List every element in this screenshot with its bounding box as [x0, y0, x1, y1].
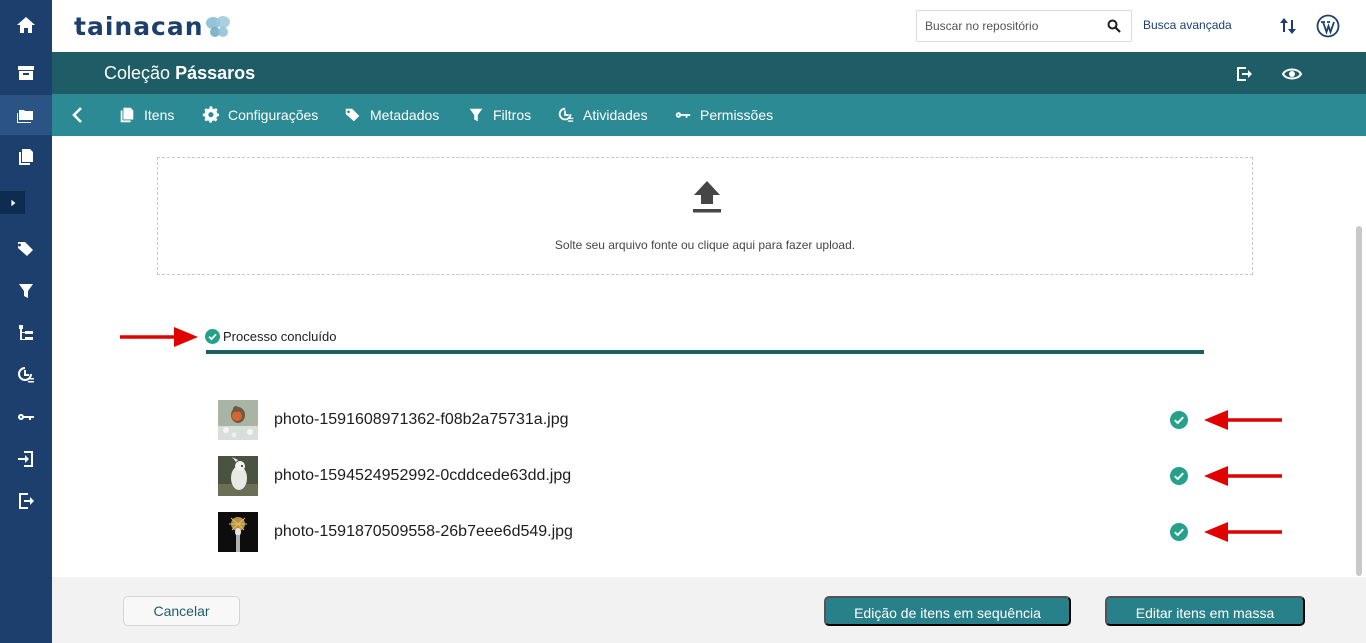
view-eye-icon[interactable] — [1282, 64, 1302, 84]
sidebar — [0, 0, 52, 643]
tab-label: Metadados — [370, 107, 440, 123]
export-icon[interactable] — [0, 481, 52, 521]
import-icon[interactable] — [0, 439, 52, 479]
activities-icon[interactable] — [0, 355, 52, 395]
tags-icon — [345, 108, 360, 122]
collection-name: Pássaros — [175, 63, 256, 83]
collection-title: Coleção Pássaros — [104, 63, 255, 84]
activities-icon — [558, 107, 574, 122]
filter-icon[interactable] — [0, 271, 52, 311]
file-row: photo-1591608971362-f08b2a75731a.jpg — [218, 400, 1282, 440]
home-icon[interactable] — [0, 5, 52, 45]
back-chevron-icon[interactable] — [70, 106, 86, 124]
annotation-arrow-icon — [1204, 522, 1282, 542]
exit-collection-icon[interactable] — [1234, 64, 1254, 84]
progress-bar — [206, 350, 1204, 354]
collection-prefix: Coleção — [104, 63, 171, 83]
file-name: photo-1591608971362-f08b2a75731a.jpg — [274, 411, 569, 428]
items-icon — [120, 107, 134, 123]
file-dropzone[interactable]: Solte seu arquivo fonte ou clique aqui p… — [157, 157, 1253, 275]
status-text: Processo concluído — [223, 329, 337, 344]
filter-icon — [469, 108, 483, 122]
annotation-arrow-icon — [1204, 410, 1282, 430]
sequence-edit-button[interactable]: Edição de itens em sequência — [824, 596, 1071, 626]
form-footer: Cancelar Edição de itens em sequência Ed… — [52, 577, 1366, 643]
collection-header: Coleção Pássaros — [52, 52, 1366, 94]
search-input[interactable] — [917, 11, 1097, 41]
upload-area: Solte seu arquivo fonte ou clique aqui p… — [52, 136, 1366, 577]
cancel-button[interactable]: Cancelar — [123, 596, 240, 626]
tab-metadata[interactable]: Metadados — [344, 94, 439, 136]
search-box — [916, 10, 1132, 42]
check-circle-icon — [205, 329, 220, 344]
tab-filters[interactable]: Filtros — [467, 94, 531, 136]
bulk-edit-button[interactable]: Editar itens em massa — [1105, 596, 1305, 626]
file-row: photo-1591870509558-26b7eee6d549.jpg — [218, 512, 1282, 552]
gear-icon — [202, 106, 220, 123]
tab-label: Permissões — [700, 107, 774, 123]
crowned-crane-thumbnail[interactable] — [218, 512, 258, 552]
top-bar: tainacan Busca avançada — [52, 0, 1366, 52]
collection-tabs: Itens Configurações Metadados Filtros At… — [52, 94, 1366, 136]
tab-label: Itens — [144, 107, 175, 123]
logo-text: tainacan — [74, 12, 204, 41]
check-circle-icon — [1170, 411, 1188, 429]
items-icon[interactable] — [0, 137, 52, 177]
file-name: photo-1591870509558-26b7eee6d549.jpg — [274, 523, 573, 540]
dropzone-text: Solte seu arquivo fonte ou clique aqui p… — [554, 238, 856, 252]
wordpress-icon[interactable] — [1316, 14, 1340, 38]
annotation-arrow-icon — [120, 327, 198, 347]
tab-items[interactable]: Itens — [118, 94, 174, 136]
tab-label: Configurações — [228, 107, 319, 123]
logo-butterfly-icon — [205, 15, 230, 37]
search-icon[interactable] — [1107, 19, 1121, 33]
upload-icon — [693, 181, 721, 213]
scrollbar[interactable] — [1356, 226, 1362, 576]
sidebar-toggle-icon[interactable] — [0, 191, 25, 214]
check-circle-icon — [1170, 523, 1188, 541]
key-icon — [675, 112, 691, 118]
process-status: Processo concluído — [205, 329, 336, 344]
robin-thumbnail[interactable] — [218, 400, 258, 440]
tags-icon[interactable] — [0, 229, 52, 269]
check-circle-icon — [1170, 467, 1188, 485]
tab-label: Atividades — [583, 107, 648, 123]
file-name: photo-1594524952992-0cddcede63dd.jpg — [274, 467, 572, 484]
collections-icon[interactable] — [0, 95, 52, 135]
file-row: photo-1594524952992-0cddcede63dd.jpg — [218, 456, 1282, 496]
tainacan-logo[interactable]: tainacan — [74, 12, 232, 41]
tab-settings[interactable]: Configurações — [202, 94, 318, 136]
tab-label: Filtros — [493, 107, 532, 123]
key-icon[interactable] — [0, 397, 52, 437]
taxonomy-icon[interactable] — [0, 313, 52, 353]
cockatoo-thumbnail[interactable] — [218, 456, 258, 496]
advanced-search-link[interactable]: Busca avançada — [1143, 18, 1232, 32]
annotation-arrow-icon — [1204, 466, 1282, 486]
tab-activities[interactable]: Atividades — [557, 94, 648, 136]
tab-permissions[interactable]: Permissões — [674, 94, 773, 136]
archive-icon[interactable] — [0, 53, 52, 93]
processes-icon[interactable] — [1276, 14, 1300, 38]
